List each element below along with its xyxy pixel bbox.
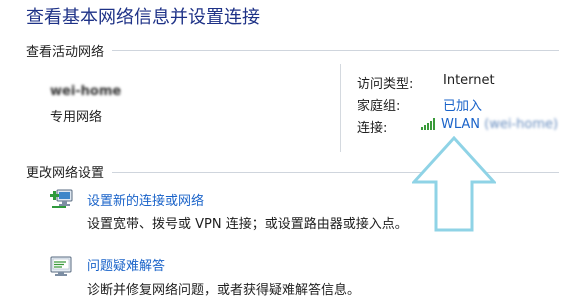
vertical-divider <box>340 64 341 152</box>
new-connection-icon <box>50 189 73 208</box>
access-type-value: Internet <box>443 73 495 88</box>
active-networks-rule <box>112 50 559 51</box>
troubleshoot-link[interactable]: 问题疑难解答 <box>87 255 165 274</box>
homegroup-link[interactable]: 已加入 <box>443 95 482 114</box>
page-title: 查看基本网络信息并设置连接 <box>26 7 260 28</box>
up-arrow-icon <box>412 136 496 232</box>
homegroup-label: 家庭组: <box>357 99 401 114</box>
troubleshoot-icon <box>50 256 72 276</box>
access-type-label: 访问类型: <box>357 77 414 92</box>
connection-ssid: (wei-home) <box>484 117 559 132</box>
setup-connection-description: 设置宽带、拨号或 VPN 连接；或设置路由器或接入点。 <box>87 217 408 232</box>
active-networks-header: 查看活动网络 <box>26 45 105 60</box>
change-settings-header: 更改网络设置 <box>26 166 105 181</box>
connection-name: WLAN <box>441 117 481 132</box>
setup-connection-link[interactable]: 设置新的连接或网络 <box>87 190 204 209</box>
network-name: wei-home <box>50 84 122 99</box>
troubleshoot-description: 诊断并修复网络问题，或者获得疑难解答信息。 <box>87 283 361 298</box>
network-category: 专用网络 <box>50 110 103 125</box>
wlan-connection-link[interactable]: WLAN (wei-home) <box>441 117 558 132</box>
wifi-signal-icon <box>421 118 435 130</box>
connections-label: 连接: <box>357 121 388 136</box>
